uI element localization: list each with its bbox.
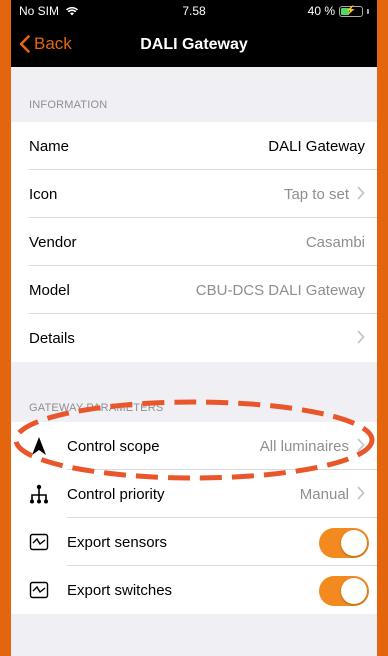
row-control-priority[interactable]: Control priority Manual bbox=[11, 470, 377, 518]
row-value: Tap to set bbox=[283, 185, 349, 203]
chevron-right-icon bbox=[357, 330, 365, 344]
switch-graph-icon bbox=[29, 581, 49, 599]
toggle-knob bbox=[341, 578, 367, 604]
priority-tree-icon bbox=[30, 484, 48, 504]
row-export-sensors: Export sensors bbox=[11, 518, 377, 566]
phone-screen: No SIM 7.58 40 % ⚡ Back DALI Gateway INF… bbox=[11, 0, 377, 656]
page-title: DALI Gateway bbox=[140, 36, 248, 53]
row-label: Name bbox=[29, 137, 70, 155]
toggle-knob bbox=[341, 530, 367, 556]
chevron-right-icon bbox=[357, 186, 365, 200]
row-vendor: Vendor Casambi bbox=[11, 218, 377, 266]
row-icon[interactable]: Icon Tap to set bbox=[11, 170, 377, 218]
battery-cap bbox=[367, 8, 369, 14]
row-value: CBU-DCS DALI Gateway bbox=[195, 281, 365, 299]
row-label: Control priority bbox=[67, 485, 165, 503]
battery-status: 40 % ⚡ bbox=[308, 4, 369, 18]
row-value: Manual bbox=[299, 485, 349, 503]
battery-icon: ⚡ bbox=[339, 4, 363, 17]
row-label: Export sensors bbox=[67, 533, 168, 551]
row-value: Casambi bbox=[305, 233, 365, 251]
row-name: Name DALI Gateway bbox=[11, 122, 377, 170]
section-header-gateway-parameters: GATEWAY PARAMETERS bbox=[29, 402, 164, 414]
orange-frame: No SIM 7.58 40 % ⚡ Back DALI Gateway INF… bbox=[0, 0, 388, 656]
row-label: Icon bbox=[29, 185, 58, 203]
row-label: Model bbox=[29, 281, 70, 299]
navigation-bar: Back DALI Gateway bbox=[11, 26, 377, 66]
row-export-switches: Export switches bbox=[11, 566, 377, 614]
row-label: Export switches bbox=[67, 581, 173, 599]
navigation-arrow-icon bbox=[32, 437, 46, 455]
top-bar: No SIM 7.58 40 % ⚡ Back DALI Gateway bbox=[11, 0, 377, 67]
row-value: DALI Gateway bbox=[268, 137, 365, 155]
status-bar: No SIM 7.58 40 % ⚡ bbox=[11, 0, 377, 22]
row-label: Vendor bbox=[29, 233, 77, 251]
row-control-scope[interactable]: Control scope All luminaires bbox=[11, 422, 377, 470]
export-sensors-toggle[interactable] bbox=[319, 528, 369, 558]
row-details[interactable]: Details bbox=[11, 314, 377, 362]
row-label: Control scope bbox=[67, 437, 160, 455]
gateway-parameters-group: Control scope All luminaires Control pri… bbox=[11, 422, 377, 614]
row-value: All luminaires bbox=[259, 437, 349, 455]
chevron-right-icon bbox=[357, 438, 365, 452]
row-model: Model CBU-DCS DALI Gateway bbox=[11, 266, 377, 314]
information-group: Name DALI Gateway Icon Tap to set Vendor… bbox=[11, 122, 377, 362]
row-label: Details bbox=[29, 329, 75, 347]
sensor-graph-icon bbox=[29, 533, 49, 551]
charging-bolt-icon: ⚡ bbox=[345, 4, 357, 15]
export-switches-toggle[interactable] bbox=[319, 576, 369, 606]
chevron-right-icon bbox=[357, 486, 365, 500]
section-header-information: INFORMATION bbox=[29, 99, 108, 111]
battery-percent: 40 % bbox=[307, 4, 335, 18]
